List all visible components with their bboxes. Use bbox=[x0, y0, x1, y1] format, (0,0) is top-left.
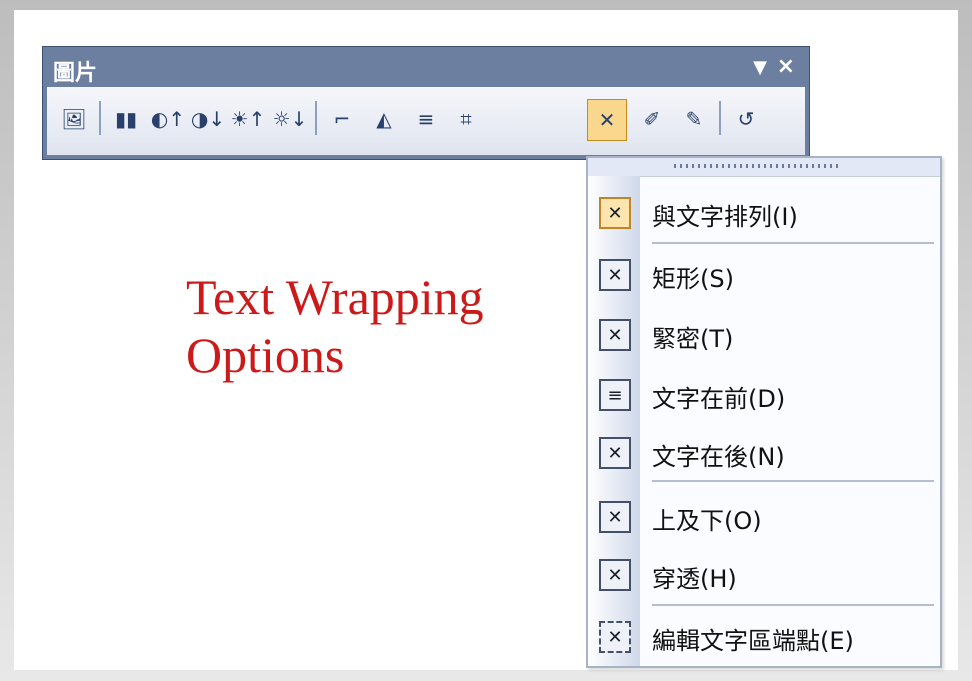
headline-line-1: Text Wrapping bbox=[186, 269, 484, 325]
menu-item-label: 穿透(H) bbox=[652, 565, 737, 593]
menu-item-label: 編輯文字區端點(E) bbox=[652, 627, 854, 655]
slide-headline: Text Wrapping Options bbox=[186, 268, 484, 384]
more-contrast-button[interactable]: ◐↑ bbox=[149, 99, 187, 139]
toolbar-options-icon[interactable]: ▼ bbox=[753, 57, 767, 78]
compress-pictures-button[interactable]: ⌗ bbox=[447, 99, 485, 139]
more-brightness-button[interactable]: ☀↑ bbox=[229, 99, 267, 139]
close-icon[interactable]: × bbox=[777, 54, 795, 79]
text-wrapping-button[interactable]: ✕ bbox=[587, 99, 627, 141]
format-picture-button[interactable]: ✐ bbox=[633, 99, 671, 139]
format-picture-icon: ✐ bbox=[643, 107, 661, 131]
tight-wrap-icon: ✕ bbox=[599, 319, 631, 351]
menu-item-label: 上及下(O) bbox=[652, 507, 762, 535]
toolbar-title-bar[interactable]: 圖片 ▼ × bbox=[43, 47, 809, 87]
rotate-left-button[interactable]: ◭ bbox=[365, 99, 403, 139]
menu-drag-handle[interactable] bbox=[588, 158, 940, 177]
text-wrapping-menu: ✕ 與文字排列(I) ✕ 矩形(S) ✕ 緊密(T) ≡ 文字在前(D) ✕ 文… bbox=[586, 156, 942, 668]
text-wrapping-icon: ✕ bbox=[598, 108, 616, 132]
menu-item-label: 文字在後(N) bbox=[652, 443, 785, 471]
menu-item-behind-text[interactable]: ✕ 文字在後(N) bbox=[588, 424, 940, 480]
line-style-button[interactable]: ≡ bbox=[407, 99, 445, 139]
crop-icon: ⌐ bbox=[333, 107, 351, 131]
menu-item-top-and-bottom[interactable]: ✕ 上及下(O) bbox=[588, 488, 940, 544]
picture-toolbar: 圖片 ▼ × 🖼 ▮▮ ◐↑ ◑↓ ☀↑ ☼↓ ⌐ ◭ ≡ ⌗ ✕ ✐ ✎ ↺ bbox=[42, 46, 810, 160]
edit-wrap-points-icon: ✕ bbox=[599, 621, 631, 653]
toolbar-title: 圖片 bbox=[53, 61, 98, 86]
menu-item-tight[interactable]: ✕ 緊密(T) bbox=[588, 306, 940, 362]
insert-picture-button[interactable]: 🖼 bbox=[55, 99, 93, 139]
menu-item-in-front-of-text[interactable]: ≡ 文字在前(D) bbox=[588, 366, 940, 422]
crop-button[interactable]: ⌐ bbox=[323, 99, 361, 139]
reset-picture-button[interactable]: ↺ bbox=[727, 99, 765, 139]
set-transparent-color-button[interactable]: ✎ bbox=[675, 99, 713, 139]
toolbar-separator bbox=[719, 101, 721, 135]
menu-item-in-line-with-text[interactable]: ✕ 與文字排列(I) bbox=[588, 184, 940, 240]
color-icon: ▮▮ bbox=[114, 107, 137, 131]
toolbar-separator bbox=[99, 101, 101, 135]
less-brightness-icon: ☼↓ bbox=[272, 107, 308, 131]
menu-separator bbox=[652, 604, 934, 606]
in-line-wrap-icon: ✕ bbox=[599, 197, 631, 229]
compress-pictures-icon: ⌗ bbox=[460, 107, 472, 131]
grip-dots bbox=[674, 164, 842, 168]
menu-item-through[interactable]: ✕ 穿透(H) bbox=[588, 546, 940, 602]
menu-item-edit-wrap-points[interactable]: ✕ 編輯文字區端點(E) bbox=[588, 608, 940, 664]
square-wrap-icon: ✕ bbox=[599, 259, 631, 291]
rotate-left-icon: ◭ bbox=[376, 107, 392, 131]
headline-line-2: Options bbox=[186, 327, 345, 383]
line-style-icon: ≡ bbox=[417, 107, 435, 131]
menu-item-label: 矩形(S) bbox=[652, 265, 734, 293]
behind-text-icon: ✕ bbox=[599, 437, 631, 469]
reset-picture-icon: ↺ bbox=[737, 107, 755, 131]
less-brightness-button[interactable]: ☼↓ bbox=[271, 99, 309, 139]
color-button[interactable]: ▮▮ bbox=[107, 99, 145, 139]
menu-separator bbox=[652, 242, 934, 244]
through-wrap-icon: ✕ bbox=[599, 559, 631, 591]
toolbar-buttons-row: 🖼 ▮▮ ◐↑ ◑↓ ☀↑ ☼↓ ⌐ ◭ ≡ ⌗ ✕ ✐ ✎ ↺ bbox=[47, 87, 805, 155]
menu-item-label: 與文字排列(I) bbox=[652, 203, 798, 231]
menu-separator bbox=[652, 480, 934, 482]
less-contrast-button[interactable]: ◑↓ bbox=[189, 99, 227, 139]
more-contrast-icon: ◐↑ bbox=[150, 107, 186, 131]
more-brightness-icon: ☀↑ bbox=[230, 107, 266, 131]
menu-item-square[interactable]: ✕ 矩形(S) bbox=[588, 246, 940, 302]
insert-picture-icon: 🖼 bbox=[61, 107, 87, 131]
toolbar-separator bbox=[315, 101, 317, 135]
top-and-bottom-icon: ✕ bbox=[599, 501, 631, 533]
set-transparent-color-icon: ✎ bbox=[685, 107, 703, 131]
menu-item-label: 緊密(T) bbox=[652, 325, 734, 353]
in-front-of-text-icon: ≡ bbox=[599, 379, 631, 411]
less-contrast-icon: ◑↓ bbox=[190, 107, 226, 131]
menu-item-label: 文字在前(D) bbox=[652, 385, 786, 413]
